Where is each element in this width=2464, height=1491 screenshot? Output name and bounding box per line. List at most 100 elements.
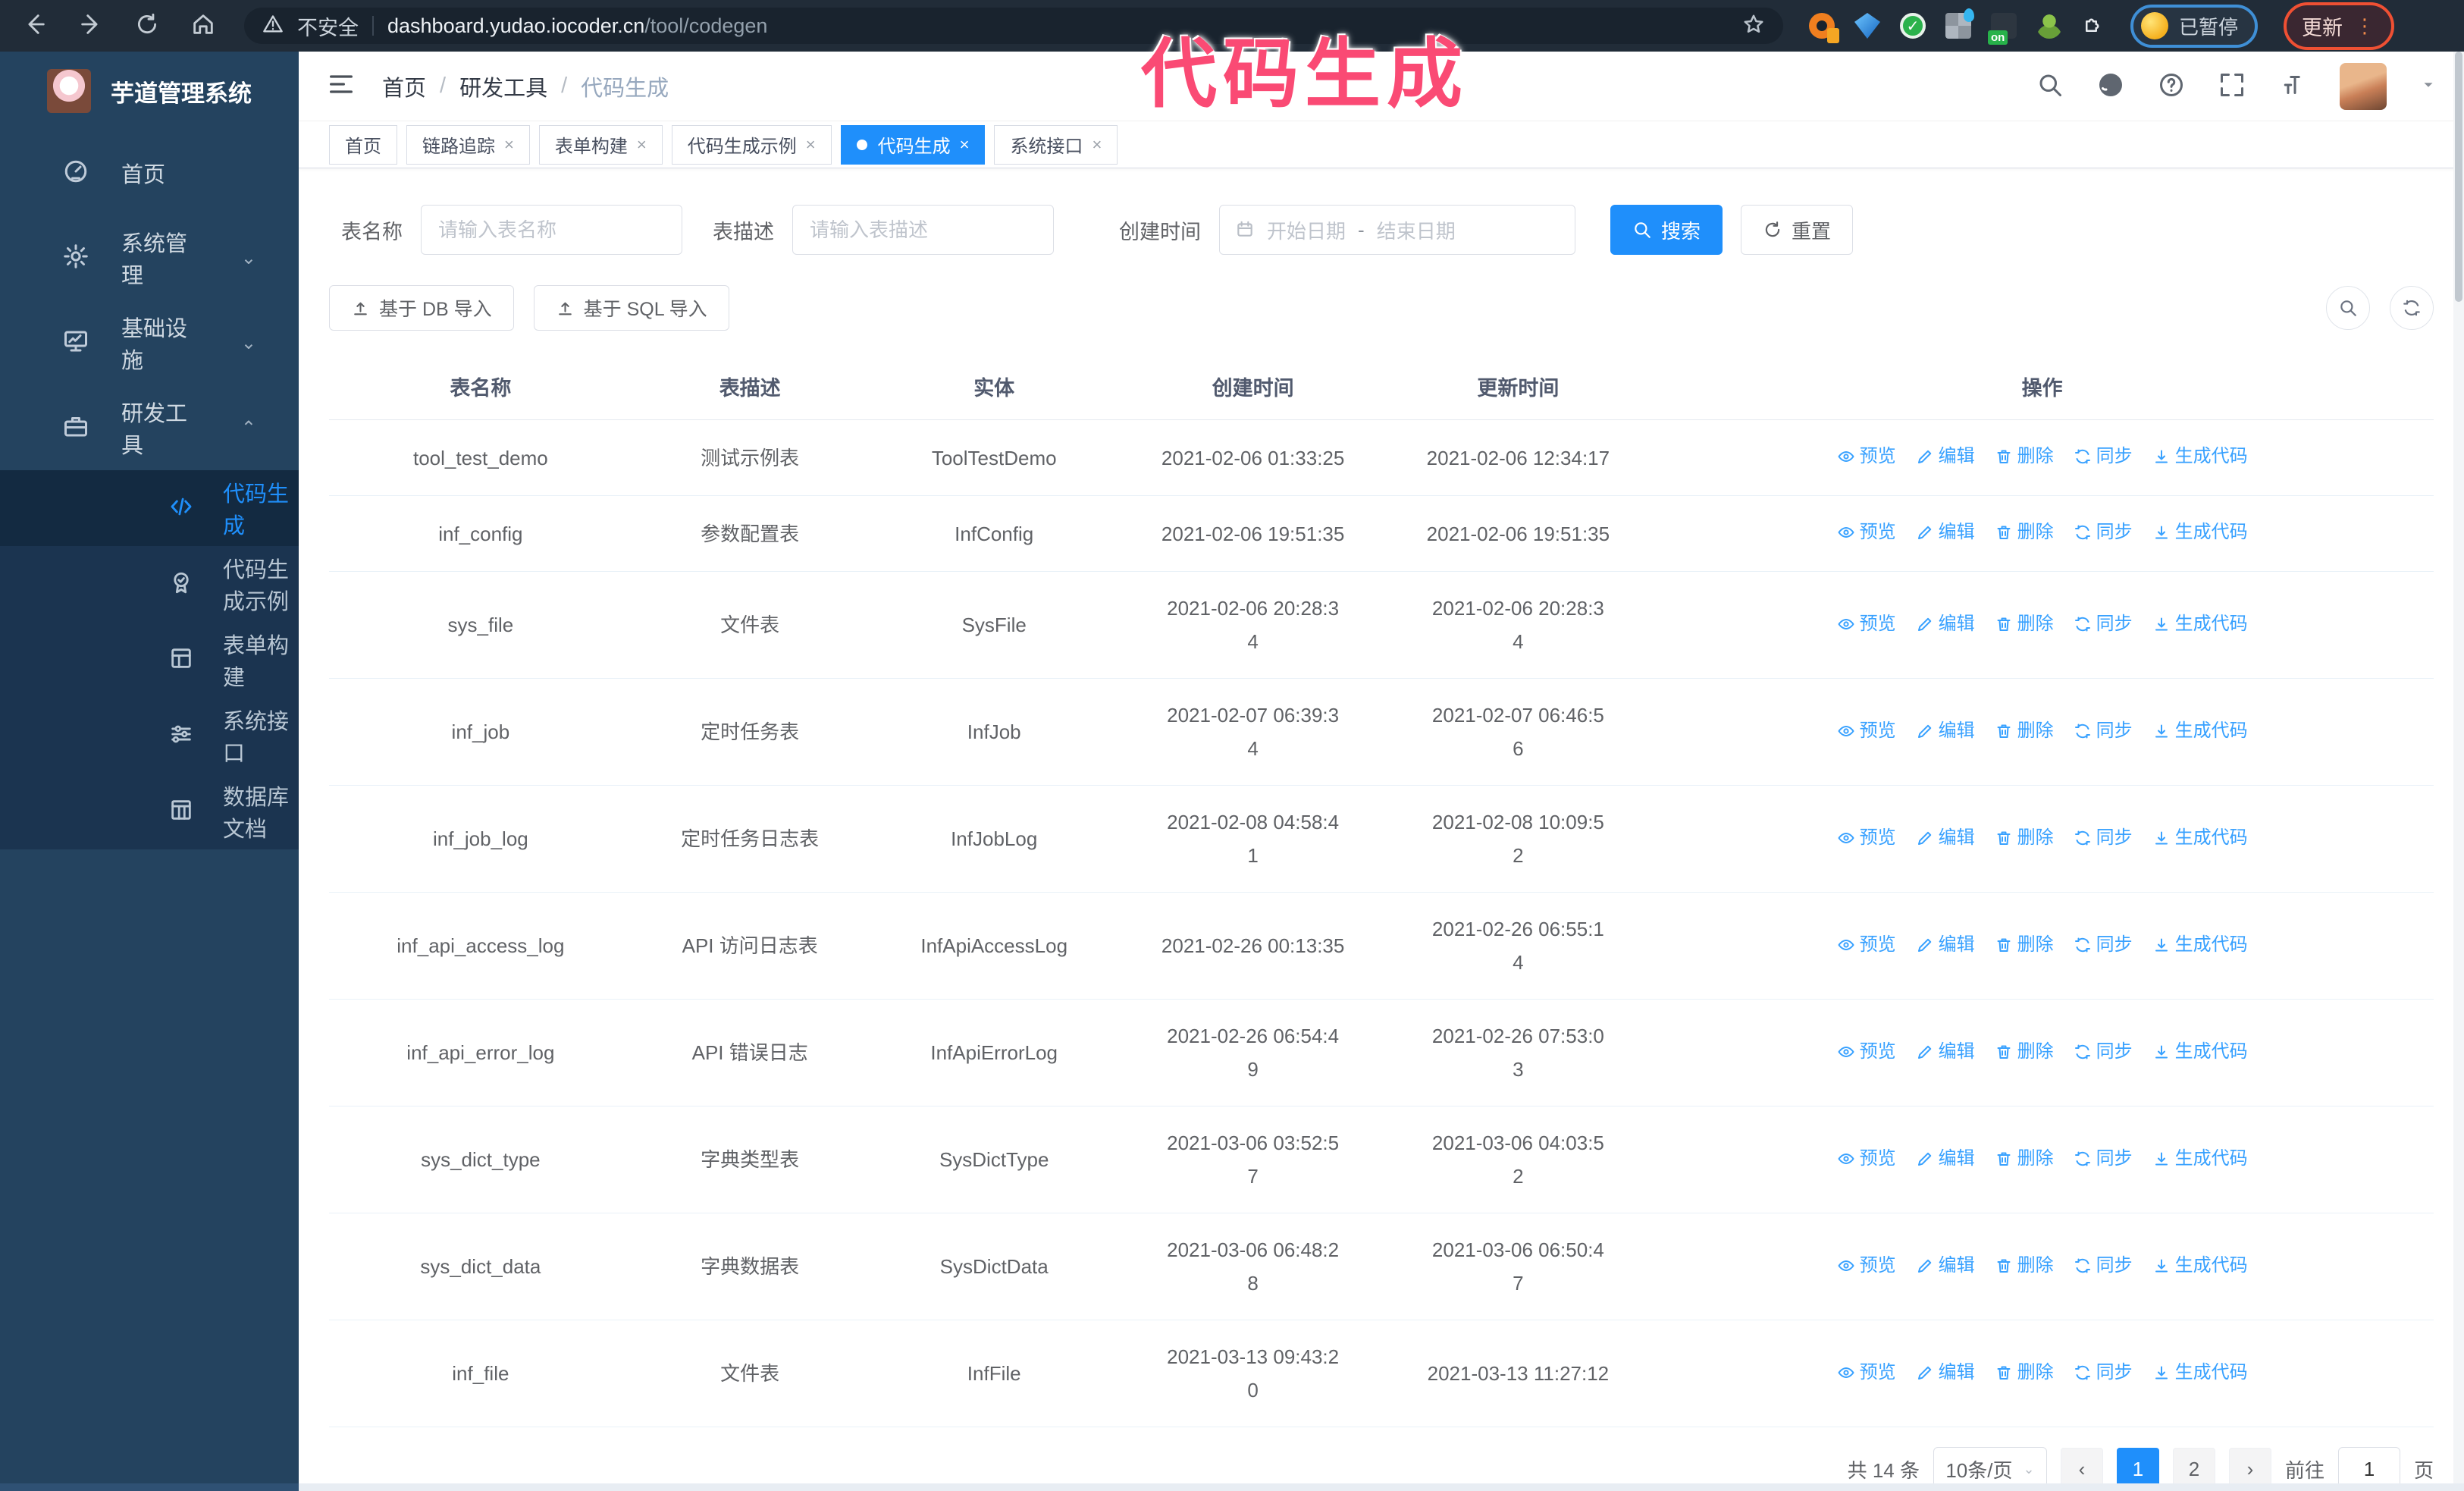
on-badge-extension-icon[interactable]: on <box>1988 13 2017 45</box>
caret-down-icon[interactable] <box>2420 77 2437 96</box>
home-icon[interactable] <box>188 11 218 41</box>
generate-code-link[interactable]: 生成代码 <box>2152 821 2248 855</box>
generate-code-link[interactable]: 生成代码 <box>2152 714 2248 748</box>
generate-code-link[interactable]: 生成代码 <box>2152 516 2248 549</box>
tab-system-api[interactable]: 系统接口 × <box>994 124 1118 165</box>
close-icon[interactable]: × <box>960 135 970 155</box>
browser-profile-chip[interactable]: 已暂停 <box>2130 4 2259 48</box>
more-menu-icon[interactable]: ⋮ <box>2355 14 2376 38</box>
sync-link[interactable]: 同步 <box>2074 714 2133 748</box>
scrollbar-thumb[interactable] <box>2455 52 2462 302</box>
close-icon[interactable]: × <box>806 135 816 155</box>
generate-code-link[interactable]: 生成代码 <box>2152 440 2248 473</box>
sidebar-item-codegen-example[interactable]: 代码生成示例 <box>0 546 299 622</box>
reload-icon[interactable] <box>132 11 162 41</box>
generate-code-link[interactable]: 生成代码 <box>2152 1142 2248 1176</box>
table-desc-input[interactable] <box>810 218 1036 242</box>
github-icon[interactable] <box>2097 71 2124 102</box>
sidebar-item-codegen[interactable]: 代码生成 <box>0 470 299 546</box>
edit-link[interactable]: 编辑 <box>1916 1142 1975 1176</box>
breadcrumb-home[interactable]: 首页 <box>382 71 426 102</box>
preview-link[interactable]: 预览 <box>1837 607 1896 641</box>
delete-link[interactable]: 删除 <box>1995 607 2054 641</box>
delete-link[interactable]: 删除 <box>1995 440 2054 473</box>
delete-link[interactable]: 删除 <box>1995 1142 2054 1176</box>
forward-icon[interactable] <box>76 11 106 41</box>
generate-code-link[interactable]: 生成代码 <box>2152 1249 2248 1282</box>
sidebar-item-infrastructure[interactable]: 基础设施 ⌄ <box>0 300 299 385</box>
sync-link[interactable]: 同步 <box>2074 1249 2133 1282</box>
green-check-extension-icon[interactable]: ✓ <box>1900 13 1926 39</box>
toggle-search-button[interactable] <box>2326 286 2370 330</box>
preview-link[interactable]: 预览 <box>1837 1249 1896 1282</box>
sync-link[interactable]: 同步 <box>2074 516 2133 549</box>
page-scrollbar[interactable] <box>2453 52 2464 1491</box>
orange-extension-icon[interactable] <box>1809 13 1839 43</box>
delete-link[interactable]: 删除 <box>1995 714 2054 748</box>
delete-link[interactable]: 删除 <box>1995 1356 2054 1389</box>
sync-link[interactable]: 同步 <box>2074 440 2133 473</box>
edit-link[interactable]: 编辑 <box>1916 714 1975 748</box>
sync-link[interactable]: 同步 <box>2074 607 2133 641</box>
start-date-placeholder[interactable]: 开始日期 <box>1267 216 1346 244</box>
tab-codegen-example[interactable]: 代码生成示例 × <box>671 124 832 165</box>
import-sql-button[interactable]: 基于 SQL 导入 <box>533 285 729 331</box>
close-icon[interactable]: × <box>1092 135 1102 155</box>
sync-link[interactable]: 同步 <box>2074 1356 2133 1389</box>
close-icon[interactable]: × <box>504 135 514 155</box>
gem-extension-icon[interactable] <box>1854 13 1880 39</box>
help-icon[interactable] <box>2158 71 2185 102</box>
edit-link[interactable]: 编辑 <box>1916 821 1975 855</box>
grid-extension-icon[interactable] <box>1945 8 1974 39</box>
table-name-input[interactable] <box>438 218 665 242</box>
sidebar-item-devtools[interactable]: 研发工具 ⌃ <box>0 385 299 470</box>
browser-update-button[interactable]: 更新 ⋮ <box>2284 2 2395 50</box>
edit-link[interactable]: 编辑 <box>1916 607 1975 641</box>
avatar[interactable] <box>2340 62 2387 110</box>
sync-link[interactable]: 同步 <box>2074 1142 2133 1176</box>
preview-link[interactable]: 预览 <box>1837 516 1896 549</box>
tab-codegen[interactable]: 代码生成 × <box>840 124 986 165</box>
preview-link[interactable]: 预览 <box>1837 1356 1896 1389</box>
edit-link[interactable]: 编辑 <box>1916 440 1975 473</box>
sidebar-item-db-doc[interactable]: 数据库文档 <box>0 774 299 849</box>
search-button[interactable]: 搜索 <box>1610 205 1723 255</box>
import-db-button[interactable]: 基于 DB 导入 <box>329 285 514 331</box>
sync-link[interactable]: 同步 <box>2074 1035 2133 1069</box>
edit-link[interactable]: 编辑 <box>1916 1249 1975 1282</box>
sidebar-item-system-api[interactable]: 系统接口 <box>0 698 299 774</box>
close-icon[interactable]: × <box>637 135 647 155</box>
sidebar-toggle-icon[interactable] <box>326 69 356 103</box>
delete-link[interactable]: 删除 <box>1995 928 2054 962</box>
back-icon[interactable] <box>20 11 50 41</box>
tab-form-builder[interactable]: 表单构建 × <box>538 124 663 165</box>
preview-link[interactable]: 预览 <box>1837 1142 1896 1176</box>
fullscreen-icon[interactable] <box>2218 71 2246 102</box>
reset-button[interactable]: 重置 <box>1741 205 1854 255</box>
preview-link[interactable]: 预览 <box>1837 440 1896 473</box>
star-icon[interactable] <box>1742 13 1765 39</box>
preview-link[interactable]: 预览 <box>1837 714 1896 748</box>
puzzle-extension-icon[interactable] <box>2082 13 2105 39</box>
font-size-icon[interactable] <box>2279 71 2306 102</box>
delete-link[interactable]: 删除 <box>1995 1249 2054 1282</box>
preview-link[interactable]: 预览 <box>1837 928 1896 962</box>
delete-link[interactable]: 删除 <box>1995 1035 2054 1069</box>
generate-code-link[interactable]: 生成代码 <box>2152 607 2248 641</box>
sync-link[interactable]: 同步 <box>2074 821 2133 855</box>
search-icon[interactable] <box>2036 71 2064 102</box>
sync-link[interactable]: 同步 <box>2074 928 2133 962</box>
edit-link[interactable]: 编辑 <box>1916 516 1975 549</box>
preview-link[interactable]: 预览 <box>1837 821 1896 855</box>
edit-link[interactable]: 编辑 <box>1916 1356 1975 1389</box>
generate-code-link[interactable]: 生成代码 <box>2152 1356 2248 1389</box>
android-extension-icon[interactable] <box>2036 13 2062 39</box>
delete-link[interactable]: 删除 <box>1995 821 2054 855</box>
generate-code-link[interactable]: 生成代码 <box>2152 928 2248 962</box>
sidebar-item-home[interactable]: 首页 <box>0 130 299 215</box>
sidebar-item-form-builder[interactable]: 表单构建 <box>0 622 299 698</box>
end-date-placeholder[interactable]: 结束日期 <box>1377 216 1456 244</box>
edit-link[interactable]: 编辑 <box>1916 928 1975 962</box>
date-range-picker[interactable]: 开始日期 - 结束日期 <box>1219 205 1575 255</box>
preview-link[interactable]: 预览 <box>1837 1035 1896 1069</box>
